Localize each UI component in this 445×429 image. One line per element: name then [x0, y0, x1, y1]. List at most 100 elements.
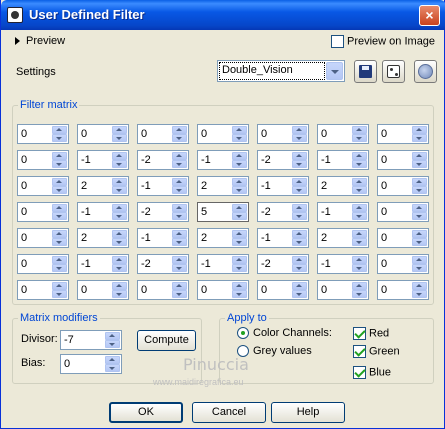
matrix-cell[interactable]: -1 — [137, 176, 189, 196]
spin-up-icon[interactable] — [112, 230, 127, 238]
matrix-cell[interactable]: 0 — [137, 280, 189, 300]
spin-up-icon[interactable] — [52, 256, 67, 264]
matrix-cell[interactable]: 2 — [317, 228, 369, 248]
matrix-cell-spinner[interactable] — [52, 126, 67, 142]
spin-up-icon[interactable] — [232, 230, 247, 238]
matrix-cell[interactable]: 0 — [77, 280, 129, 300]
matrix-cell[interactable]: 0 — [17, 124, 69, 144]
matrix-cell[interactable]: 0 — [257, 280, 309, 300]
matrix-cell-spinner[interactable] — [352, 126, 367, 142]
matrix-cell[interactable]: -1 — [77, 202, 129, 222]
spin-up-icon[interactable] — [292, 204, 307, 212]
matrix-cell[interactable]: -1 — [317, 254, 369, 274]
matrix-cell[interactable]: 0 — [257, 124, 309, 144]
spin-up-icon[interactable] — [412, 204, 427, 212]
spin-up-icon[interactable] — [112, 256, 127, 264]
matrix-cell-spinner[interactable] — [172, 230, 187, 246]
matrix-cell[interactable]: -1 — [77, 150, 129, 170]
spin-down-icon[interactable] — [52, 134, 67, 142]
matrix-cell-spinner[interactable] — [412, 256, 427, 272]
spin-down-icon[interactable] — [112, 290, 127, 298]
spin-up-icon[interactable] — [412, 230, 427, 238]
spin-up-icon[interactable] — [105, 332, 120, 340]
spin-up-icon[interactable] — [52, 178, 67, 186]
matrix-cell[interactable]: -1 — [317, 202, 369, 222]
matrix-cell[interactable]: -1 — [137, 228, 189, 248]
spin-down-icon[interactable] — [352, 238, 367, 246]
spin-down-icon[interactable] — [412, 160, 427, 168]
spin-up-icon[interactable] — [52, 282, 67, 290]
matrix-cell[interactable]: 0 — [137, 124, 189, 144]
matrix-cell[interactable]: 0 — [377, 202, 429, 222]
spin-down-icon[interactable] — [352, 212, 367, 220]
color-channels-option[interactable]: Color Channels: — [237, 327, 332, 340]
matrix-cell-spinner[interactable] — [172, 204, 187, 220]
spin-down-icon[interactable] — [52, 290, 67, 298]
spin-up-icon[interactable] — [352, 282, 367, 290]
matrix-cell-spinner[interactable] — [172, 126, 187, 142]
spin-down-icon[interactable] — [52, 264, 67, 272]
save-preset-button[interactable] — [354, 60, 377, 83]
matrix-cell[interactable]: 2 — [197, 228, 249, 248]
matrix-cell[interactable]: -2 — [137, 202, 189, 222]
matrix-cell[interactable]: 0 — [317, 124, 369, 144]
spin-down-icon[interactable] — [412, 290, 427, 298]
matrix-cell[interactable]: 5 — [197, 202, 249, 222]
title-bar[interactable]: User Defined Filter × — [1, 0, 445, 30]
matrix-cell-spinner[interactable] — [412, 178, 427, 194]
spin-up-icon[interactable] — [112, 178, 127, 186]
matrix-cell-spinner[interactable] — [292, 256, 307, 272]
cancel-button[interactable]: Cancel — [192, 402, 266, 423]
spin-up-icon[interactable] — [352, 256, 367, 264]
color-channels-radio[interactable] — [237, 327, 249, 340]
settings-select[interactable]: Double_Vision — [217, 60, 345, 82]
matrix-cell-spinner[interactable] — [292, 178, 307, 194]
spin-up-icon[interactable] — [352, 126, 367, 134]
matrix-cell[interactable]: 0 — [317, 280, 369, 300]
spin-down-icon[interactable] — [52, 186, 67, 194]
spin-up-icon[interactable] — [292, 126, 307, 134]
spin-down-icon[interactable] — [232, 212, 247, 220]
matrix-cell-spinner[interactable] — [232, 230, 247, 246]
spin-down-icon[interactable] — [412, 264, 427, 272]
spin-up-icon[interactable] — [352, 204, 367, 212]
spin-up-icon[interactable] — [52, 152, 67, 160]
matrix-cell[interactable]: 0 — [77, 124, 129, 144]
matrix-cell[interactable]: 0 — [197, 124, 249, 144]
spin-up-icon[interactable] — [112, 282, 127, 290]
spin-up-icon[interactable] — [232, 126, 247, 134]
spin-up-icon[interactable] — [232, 152, 247, 160]
matrix-cell[interactable]: -1 — [197, 150, 249, 170]
spin-up-icon[interactable] — [232, 204, 247, 212]
matrix-cell-spinner[interactable] — [352, 204, 367, 220]
matrix-cell-spinner[interactable] — [232, 204, 247, 220]
matrix-cell[interactable]: -1 — [77, 254, 129, 274]
spin-down-icon[interactable] — [52, 238, 67, 246]
spin-up-icon[interactable] — [412, 126, 427, 134]
matrix-cell[interactable]: 2 — [317, 176, 369, 196]
spin-down-icon[interactable] — [172, 264, 187, 272]
red-option[interactable]: Red — [353, 327, 389, 340]
spin-up-icon[interactable] — [292, 282, 307, 290]
spin-up-icon[interactable] — [412, 178, 427, 186]
spin-up-icon[interactable] — [292, 256, 307, 264]
spin-down-icon[interactable] — [232, 290, 247, 298]
matrix-cell-spinner[interactable] — [412, 282, 427, 298]
matrix-cell-spinner[interactable] — [52, 178, 67, 194]
matrix-cell[interactable]: -2 — [137, 254, 189, 274]
spin-down-icon[interactable] — [292, 290, 307, 298]
matrix-cell-spinner[interactable] — [52, 256, 67, 272]
matrix-cell-spinner[interactable] — [232, 256, 247, 272]
matrix-cell-spinner[interactable] — [112, 256, 127, 272]
spin-down-icon[interactable] — [292, 264, 307, 272]
spin-up-icon[interactable] — [412, 256, 427, 264]
spin-down-icon[interactable] — [412, 212, 427, 220]
spin-up-icon[interactable] — [412, 152, 427, 160]
spin-up-icon[interactable] — [232, 256, 247, 264]
matrix-cell[interactable]: -1 — [257, 176, 309, 196]
matrix-cell-spinner[interactable] — [172, 178, 187, 194]
spin-up-icon[interactable] — [292, 152, 307, 160]
spin-down-icon[interactable] — [412, 186, 427, 194]
spin-down-icon[interactable] — [232, 238, 247, 246]
spin-up-icon[interactable] — [232, 282, 247, 290]
